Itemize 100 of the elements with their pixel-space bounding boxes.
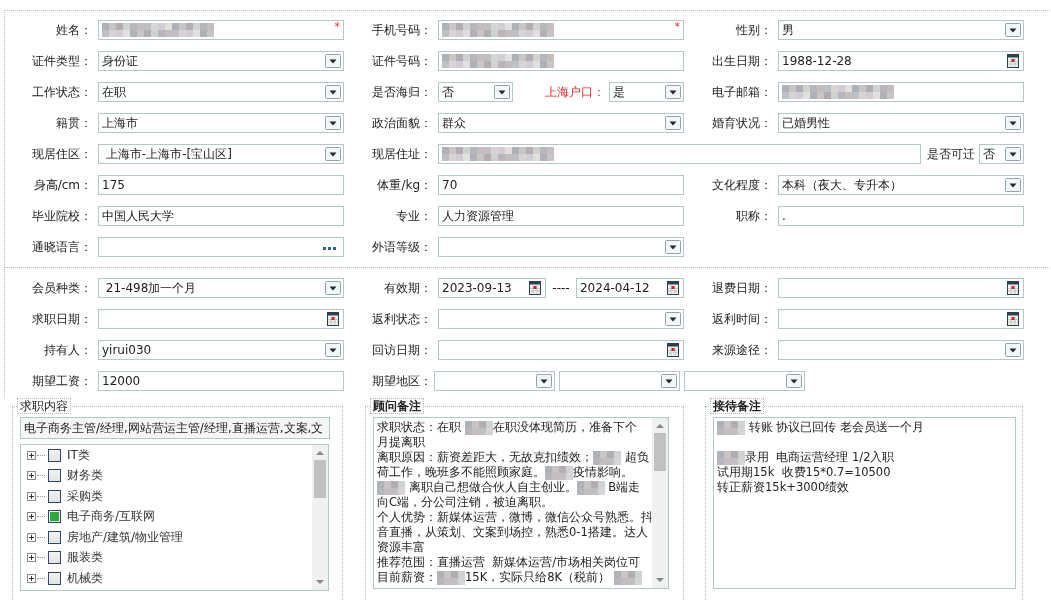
checkbox[interactable]	[48, 551, 61, 565]
expand-icon[interactable]	[27, 512, 36, 522]
date-field[interactable]: 1988-12-28	[778, 51, 1024, 71]
text-field[interactable]: 12000	[98, 371, 344, 391]
tree-item[interactable]: 服装类	[67, 549, 103, 567]
note-text: 音直播，从策划、文案到场控，熟悉0-1搭建。达人	[377, 525, 648, 540]
tree-item[interactable]: 财务类	[67, 467, 103, 485]
field-label: 证件类型：	[31, 52, 92, 70]
dropdown[interactable]: 男	[778, 20, 1024, 40]
text-field[interactable]	[438, 51, 684, 71]
date-field[interactable]	[778, 309, 1024, 329]
note-text: 离职自己想做合伙人自主创业。	[407, 480, 577, 495]
tree-item[interactable]: 采购类	[67, 487, 103, 505]
field-label: 职称：	[735, 207, 772, 225]
date-field[interactable]	[98, 309, 344, 329]
notes-textarea[interactable]	[373, 417, 669, 589]
text-field[interactable]: 175	[98, 175, 344, 195]
checkbox[interactable]	[48, 530, 61, 544]
expand-icon[interactable]	[27, 491, 36, 501]
notes-textarea[interactable]: 转账 协议已回传 老会员送一个月 录用 电商运营经理 1/2入职 试用期15k 收费15*0.7=10500 转正薪资15k+3000绩效	[713, 417, 1016, 589]
note-text: 在职没体现简历，准备下个	[492, 420, 637, 435]
dropdown[interactable]: 是	[609, 82, 684, 102]
dropdown[interactable]: 上海市	[98, 113, 344, 133]
field-label: 是否海归：	[371, 83, 432, 101]
note-text: 试用期15k 收费15*0.7=10500	[717, 465, 891, 480]
scrollbar[interactable]	[312, 445, 328, 590]
checkbox[interactable]	[48, 469, 61, 483]
dropdown[interactable]: 否	[979, 144, 1024, 164]
field-label: 姓名：	[55, 21, 92, 39]
dropdown[interactable]	[778, 340, 1024, 360]
calendar-icon	[1007, 281, 1019, 295]
checkbox[interactable]	[48, 448, 61, 462]
date-field[interactable]: 2024-04-12	[576, 278, 684, 298]
checkbox[interactable]	[48, 510, 61, 524]
dropdown[interactable]: 已婚男性	[778, 113, 1024, 133]
note-text: 求职状态：在职	[377, 420, 462, 435]
note-text: 疫情影响。	[573, 465, 633, 480]
note-text: 月提离职	[377, 435, 425, 450]
note-text: 录用 电商运营经理 1/2入职	[745, 450, 895, 465]
tree-item[interactable]: 机械类	[67, 569, 103, 587]
dropdown[interactable]	[434, 371, 555, 391]
calendar-icon	[327, 312, 339, 326]
text-field[interactable]: 电子商务主管/经理,网站营运主管/经理,直播运营,文案,文	[20, 417, 330, 439]
redacted-block	[437, 570, 465, 585]
dropdown[interactable]	[559, 371, 680, 391]
dropdown[interactable]	[438, 237, 684, 257]
redacted-block	[545, 465, 573, 480]
note-text: 转账 协议已回传 老会员送一个月	[747, 420, 924, 435]
date-field[interactable]	[778, 278, 1024, 298]
field-label: 性别：	[735, 21, 772, 39]
text-field[interactable]	[438, 144, 921, 164]
dropdown[interactable]	[438, 309, 684, 329]
field-label: 证件号码：	[371, 52, 432, 70]
tree-item[interactable]: IT类	[67, 446, 90, 464]
text-field[interactable]: *	[98, 20, 344, 40]
text-field[interactable]: *	[438, 20, 684, 40]
calendar-icon	[1007, 54, 1019, 68]
dropdown[interactable]	[684, 371, 805, 391]
note-text: 推荐范围：直播运营 新媒体运营/市场相关岗位可	[377, 555, 641, 570]
calendar-icon	[529, 281, 541, 295]
field-label: 持有人：	[43, 341, 92, 359]
field-label: 来源途径：	[711, 341, 772, 359]
text-field[interactable]: 人力资源管理	[438, 206, 684, 226]
text-field[interactable]: 70	[438, 175, 684, 195]
date-field[interactable]: 2023-09-13	[438, 278, 546, 298]
note-text: 资源丰富	[377, 540, 425, 555]
picker-field[interactable]	[98, 237, 344, 257]
redacted-block	[717, 450, 745, 465]
text-field[interactable]	[778, 82, 1024, 102]
field-label: 出生日期：	[711, 52, 772, 70]
field-label: 专业：	[395, 207, 432, 225]
expand-icon[interactable]	[27, 471, 36, 481]
field-label: 文化程度：	[711, 176, 772, 194]
redacted-block	[717, 420, 745, 435]
tree-item[interactable]: 电子商务/互联网	[67, 508, 156, 526]
scrollbar[interactable]	[652, 418, 668, 588]
tree-item[interactable]: 房地产/建筑/物业管理	[67, 528, 184, 546]
text-field[interactable]: 中国人民大学	[98, 206, 344, 226]
dropdown[interactable]: 本科（夜大、专升本）	[778, 175, 1024, 195]
text-field[interactable]: .	[778, 206, 1024, 226]
field-label: 是否可迁	[926, 145, 976, 163]
dropdown[interactable]: 群众	[438, 113, 684, 133]
dropdown[interactable]: 否	[438, 82, 513, 102]
redacted-block	[377, 480, 405, 495]
panel-title: 顾问备注	[370, 398, 424, 414]
dropdown[interactable]: yirui030	[98, 340, 344, 360]
dropdown[interactable]: 身份证	[98, 51, 344, 71]
panel-title: 接待备注	[710, 398, 764, 414]
checkbox[interactable]	[48, 489, 61, 503]
dropdown[interactable]: 21-498加一个月	[98, 278, 344, 298]
dropdown[interactable]: 上海市-上海市-[宝山区]	[98, 144, 344, 164]
expand-icon[interactable]	[27, 532, 36, 542]
expand-icon[interactable]	[27, 450, 36, 460]
field-label: 政治面貌：	[371, 114, 432, 132]
expand-icon[interactable]	[27, 573, 36, 583]
dropdown[interactable]: 在职	[98, 82, 344, 102]
field-label: 婚育状况：	[711, 114, 772, 132]
checkbox[interactable]	[48, 571, 61, 585]
expand-icon[interactable]	[27, 553, 36, 563]
date-field[interactable]	[438, 340, 684, 360]
